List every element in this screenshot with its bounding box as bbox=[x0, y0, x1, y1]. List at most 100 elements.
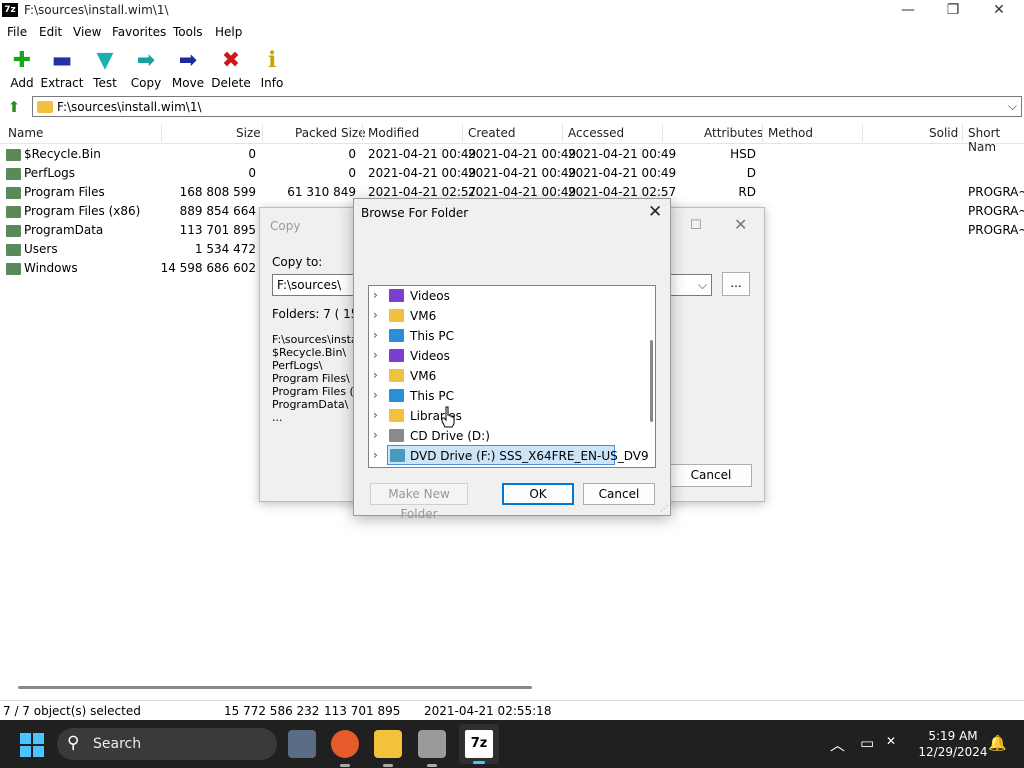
column-name[interactable]: Name bbox=[8, 126, 43, 140]
hand-cursor-icon bbox=[441, 406, 455, 428]
table-row[interactable]: PerfLogs 0 0 2021-04-21 00:49 2021-04-21… bbox=[0, 164, 1024, 183]
tree-item-label: VM6 bbox=[410, 309, 437, 323]
ok-button[interactable]: OK bbox=[502, 483, 574, 505]
table-row[interactable]: $Recycle.Bin 0 0 2021-04-21 00:49 2021-0… bbox=[0, 145, 1024, 164]
maximize-icon[interactable]: ☐ bbox=[690, 218, 702, 233]
delete-button[interactable]: ✖ Delete bbox=[209, 48, 253, 92]
search-icon: ⚲ bbox=[67, 733, 80, 753]
chevron-right-icon[interactable]: › bbox=[373, 368, 378, 382]
column-accessed[interactable]: Accessed bbox=[568, 126, 624, 140]
column-modified[interactable]: Modified bbox=[368, 126, 419, 140]
volume-muted-icon[interactable]: ✕ bbox=[886, 734, 896, 748]
horizontal-scrollbar[interactable] bbox=[0, 680, 1024, 696]
address-input[interactable]: F:\sources\install.wim\1\ ⌵ bbox=[32, 96, 1022, 117]
task-view-icon[interactable] bbox=[288, 730, 316, 758]
move-button[interactable]: ➡ Move bbox=[166, 48, 210, 92]
this-pc-icon bbox=[389, 389, 404, 402]
menu-edit[interactable]: Edit bbox=[39, 25, 62, 39]
column-solid[interactable]: Solid bbox=[929, 126, 958, 140]
notification-icon[interactable]: 🔔 bbox=[988, 734, 1007, 752]
test-button[interactable]: ▼ Test bbox=[83, 48, 127, 92]
file-name: $Recycle.Bin bbox=[24, 147, 101, 161]
copy-label: Copy bbox=[130, 76, 162, 90]
tree-item-label: CD Drive (D:) bbox=[410, 429, 490, 443]
column-packed-size[interactable]: Packed Size bbox=[295, 126, 366, 140]
add-button[interactable]: ✚ Add bbox=[0, 48, 44, 92]
tree-item[interactable]: › Videos bbox=[369, 286, 641, 306]
firefox-icon[interactable] bbox=[331, 730, 359, 767]
scrollbar-thumb[interactable] bbox=[18, 686, 532, 689]
minimize-button[interactable]: — bbox=[885, 0, 931, 22]
column-created[interactable]: Created bbox=[468, 126, 516, 140]
delete-label: Delete bbox=[211, 76, 251, 90]
column-attributes[interactable]: Attributes bbox=[704, 126, 763, 140]
clock[interactable]: 5:19 AM 12/29/2024 bbox=[918, 728, 988, 760]
chevron-down-icon[interactable]: ⌵ bbox=[698, 278, 707, 293]
file-name: Program Files bbox=[24, 185, 105, 199]
taskbar-search-box[interactable]: ⚲ Search bbox=[57, 728, 277, 760]
tree-item[interactable]: › VM6 bbox=[369, 366, 641, 386]
chevron-up-icon[interactable]: ︿ bbox=[830, 734, 845, 755]
path-line: Program Files\ bbox=[272, 372, 350, 385]
info-button[interactable]: ℹ Info bbox=[250, 48, 294, 92]
tree-item-label: Videos bbox=[410, 349, 450, 363]
address-path: F:\sources\install.wim\1\ bbox=[57, 100, 202, 114]
chevron-down-icon[interactable]: ⌵ bbox=[1008, 99, 1017, 114]
tree-item[interactable]: › CD Drive (D:) bbox=[369, 426, 641, 446]
close-icon[interactable]: ✕ bbox=[734, 215, 747, 234]
resize-grip-icon[interactable]: ⋰ bbox=[660, 504, 668, 513]
7zip-taskbar-item[interactable]: 7z bbox=[459, 724, 499, 764]
file-size: 889 854 664 bbox=[179, 204, 256, 218]
extract-button[interactable]: ▬ Extract bbox=[40, 48, 84, 92]
path-list: F:\sources\install $Recycle.Bin\ PerfLog… bbox=[272, 333, 364, 424]
copy-button[interactable]: ➡ Copy bbox=[124, 48, 168, 92]
tree-item[interactable]: › Libraries bbox=[369, 406, 641, 426]
column-method[interactable]: Method bbox=[768, 126, 813, 140]
cancel-button[interactable]: Cancel bbox=[583, 483, 655, 505]
file-created: 2021-04-21 00:49 bbox=[468, 147, 577, 161]
folder-tree[interactable]: › Videos › VM6 › This PC › Videos › VM6 … bbox=[368, 285, 656, 468]
tree-vertical-scrollbar[interactable] bbox=[647, 286, 655, 467]
windows-start-icon[interactable] bbox=[20, 733, 44, 757]
network-icon[interactable]: ▭ bbox=[860, 734, 874, 752]
menu-help[interactable]: Help bbox=[215, 25, 242, 39]
make-new-folder-button[interactable]: Make New Folder bbox=[370, 483, 468, 521]
menu-view[interactable]: View bbox=[73, 25, 101, 39]
chevron-right-icon[interactable]: › bbox=[373, 448, 378, 462]
chevron-right-icon[interactable]: › bbox=[373, 428, 378, 442]
menu-file[interactable]: File bbox=[7, 25, 27, 39]
copy-dialog-title: Copy bbox=[270, 219, 301, 233]
file-explorer-icon[interactable] bbox=[374, 730, 402, 767]
copy-to-label: Copy to: bbox=[272, 255, 323, 269]
path-line: PerfLogs\ bbox=[272, 359, 323, 372]
close-button[interactable]: ✕ bbox=[976, 0, 1022, 22]
chevron-right-icon[interactable]: › bbox=[373, 408, 378, 422]
file-short-name: PROGRA~ bbox=[968, 204, 1024, 218]
tree-item[interactable]: › VM6 bbox=[369, 306, 641, 326]
column-size[interactable]: Size bbox=[236, 126, 261, 140]
up-folder-icon[interactable]: ⬆ bbox=[4, 98, 24, 116]
browse-button[interactable]: ... bbox=[722, 272, 750, 296]
file-accessed: 2021-04-21 00:49 bbox=[568, 166, 677, 180]
tree-item[interactable]: › Videos bbox=[369, 346, 641, 366]
tree-item[interactable]: › This PC bbox=[369, 386, 641, 406]
folder-icon bbox=[6, 206, 21, 218]
tree-item-label: Videos bbox=[410, 289, 450, 303]
chevron-right-icon[interactable]: › bbox=[373, 308, 378, 322]
scrollbar-thumb[interactable] bbox=[650, 340, 653, 422]
chevron-right-icon[interactable]: › bbox=[373, 288, 378, 302]
menu-favorites[interactable]: Favorites bbox=[112, 25, 166, 39]
tree-item-selected[interactable]: DVD Drive (F:) SSS_X64FRE_EN-US_DV9 bbox=[387, 445, 649, 465]
close-icon[interactable]: ✕ bbox=[648, 202, 662, 222]
chevron-right-icon[interactable]: › bbox=[373, 328, 378, 342]
installer-icon[interactable] bbox=[418, 730, 446, 767]
maximize-button[interactable]: ❐ bbox=[930, 0, 976, 22]
menu-tools[interactable]: Tools bbox=[173, 25, 203, 39]
copy-cancel-button[interactable]: Cancel bbox=[670, 464, 752, 487]
videos-icon bbox=[389, 289, 404, 302]
test-icon: ▼ bbox=[96, 48, 114, 73]
file-created: 2021-04-21 00:49 bbox=[468, 185, 577, 199]
chevron-right-icon[interactable]: › bbox=[373, 348, 378, 362]
tree-item[interactable]: › This PC bbox=[369, 326, 641, 346]
chevron-right-icon[interactable]: › bbox=[373, 388, 378, 402]
